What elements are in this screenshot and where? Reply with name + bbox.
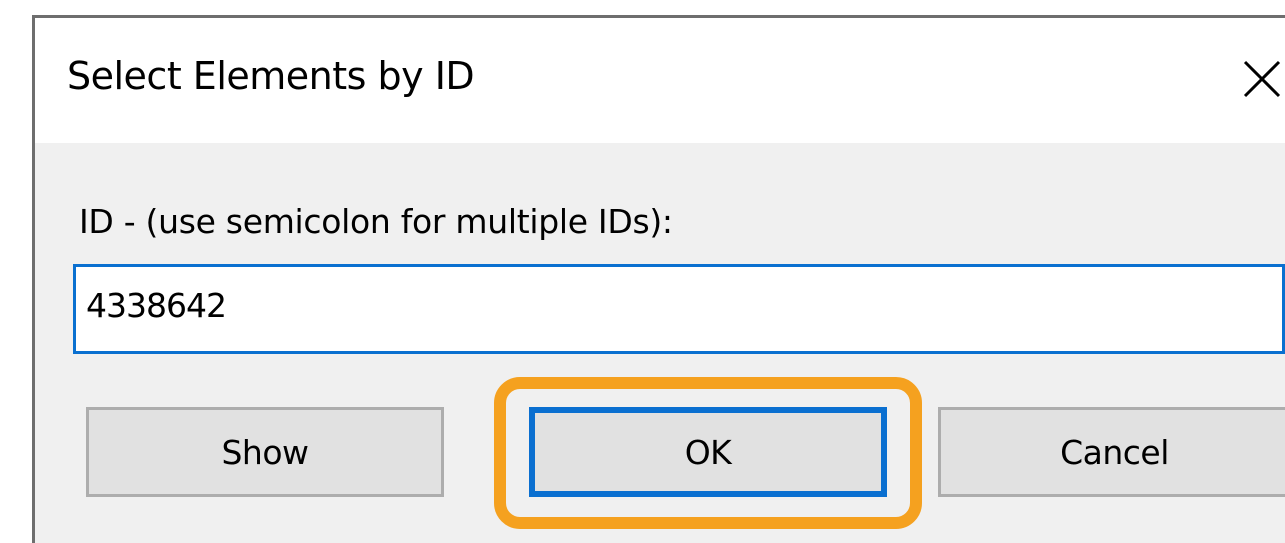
id-input[interactable] [73,264,1285,354]
close-icon[interactable] [1239,56,1285,102]
ok-button[interactable]: OK [529,407,887,497]
dialog-titlebar: Select Elements by ID [35,18,1285,143]
dialog-title: Select Elements by ID [67,54,475,98]
select-elements-dialog: Select Elements by ID ID - (use semicolo… [32,15,1285,543]
id-prompt-label: ID - (use semicolon for multiple IDs): [79,202,673,241]
cancel-button[interactable]: Cancel [938,407,1285,497]
show-button[interactable]: Show [86,407,444,497]
